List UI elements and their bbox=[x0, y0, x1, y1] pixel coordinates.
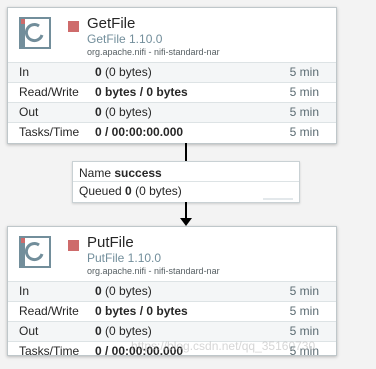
stat-window: 5 min bbox=[289, 105, 319, 119]
flow-canvas[interactable]: GetFile GetFile 1.10.0 org.apache.nifi -… bbox=[0, 0, 376, 369]
connection-name-value: success bbox=[114, 166, 162, 180]
stat-label: Tasks/Time bbox=[19, 125, 80, 139]
stopped-icon bbox=[68, 240, 79, 251]
connection-name-row: Name success bbox=[79, 166, 162, 180]
stat-value: 0 / 00:00:00.000 bbox=[95, 125, 184, 139]
processor-bundle: org.apache.nifi - nifi-standard-nar bbox=[87, 266, 220, 276]
connection-queued-label: Queued bbox=[79, 184, 122, 198]
processor-name: GetFile bbox=[87, 15, 136, 32]
stat-label: Read/Write bbox=[19, 304, 79, 318]
connection-line[interactable] bbox=[185, 143, 187, 161]
connection-name-label: Name bbox=[79, 166, 112, 180]
stat-row-read-write: Read/Write 0 bytes / 0 bytes 5 min bbox=[8, 83, 336, 103]
stat-row-in: In 0 (0 bytes) 5 min bbox=[8, 282, 336, 302]
stat-value: 0 bytes / 0 bytes bbox=[95, 85, 188, 99]
processor-putfile[interactable]: PutFile PutFile 1.10.0 org.apache.nifi -… bbox=[7, 226, 337, 358]
processor-icon bbox=[19, 17, 51, 49]
arrow-down-icon bbox=[180, 218, 192, 226]
stat-window: 5 min bbox=[289, 65, 319, 79]
processor-getfile[interactable]: GetFile GetFile 1.10.0 org.apache.nifi -… bbox=[7, 7, 337, 144]
connection-queued-value: 0 bbox=[125, 184, 132, 198]
stat-value: 0 (0 bytes) bbox=[95, 65, 152, 79]
processor-header: PutFile PutFile 1.10.0 org.apache.nifi -… bbox=[8, 227, 336, 282]
processor-bundle: org.apache.nifi - nifi-standard-nar bbox=[87, 47, 220, 57]
stat-window: 5 min bbox=[289, 85, 319, 99]
processor-name: PutFile bbox=[87, 234, 134, 251]
stat-window: 5 min bbox=[289, 304, 319, 318]
processor-type: PutFile 1.10.0 bbox=[87, 251, 162, 265]
stat-value: 0 (0 bytes) bbox=[95, 284, 152, 298]
stat-value: 0 (0 bytes) bbox=[95, 105, 152, 119]
processor-type: GetFile 1.10.0 bbox=[87, 32, 163, 46]
stat-label: In bbox=[19, 284, 30, 298]
processor-header: GetFile GetFile 1.10.0 org.apache.nifi -… bbox=[8, 8, 336, 63]
stat-window: 5 min bbox=[289, 125, 319, 139]
stat-row-tasks-time: Tasks/Time 0 / 00:00:00.000 5 min bbox=[8, 123, 336, 142]
connection-queued-detail: (0 bytes) bbox=[135, 184, 182, 198]
stat-row-read-write: Read/Write 0 bytes / 0 bytes 5 min bbox=[8, 302, 336, 322]
processor-stats: In 0 (0 bytes) 5 min Read/Write 0 bytes … bbox=[8, 63, 336, 142]
stat-label: In bbox=[19, 65, 30, 79]
watermark: https://blog.csdn.net/qq_35160730 bbox=[131, 339, 316, 353]
stat-row-in: In 0 (0 bytes) 5 min bbox=[8, 63, 336, 83]
divider bbox=[73, 181, 299, 182]
stat-label: Out bbox=[19, 324, 39, 338]
stat-value: 0 bytes / 0 bytes bbox=[95, 304, 188, 318]
connection-queued-row: Queued 0 (0 bytes) bbox=[79, 184, 182, 198]
stopped-icon bbox=[68, 21, 79, 32]
processor-icon bbox=[19, 236, 51, 268]
queue-progress-bar bbox=[263, 198, 293, 200]
stat-row-out: Out 0 (0 bytes) 5 min bbox=[8, 103, 336, 123]
connection-label[interactable]: Name success Queued 0 (0 bytes) bbox=[72, 161, 300, 203]
stat-label: Out bbox=[19, 105, 39, 119]
stat-label: Tasks/Time bbox=[19, 344, 80, 358]
stat-window: 5 min bbox=[289, 284, 319, 298]
stat-label: Read/Write bbox=[19, 85, 79, 99]
